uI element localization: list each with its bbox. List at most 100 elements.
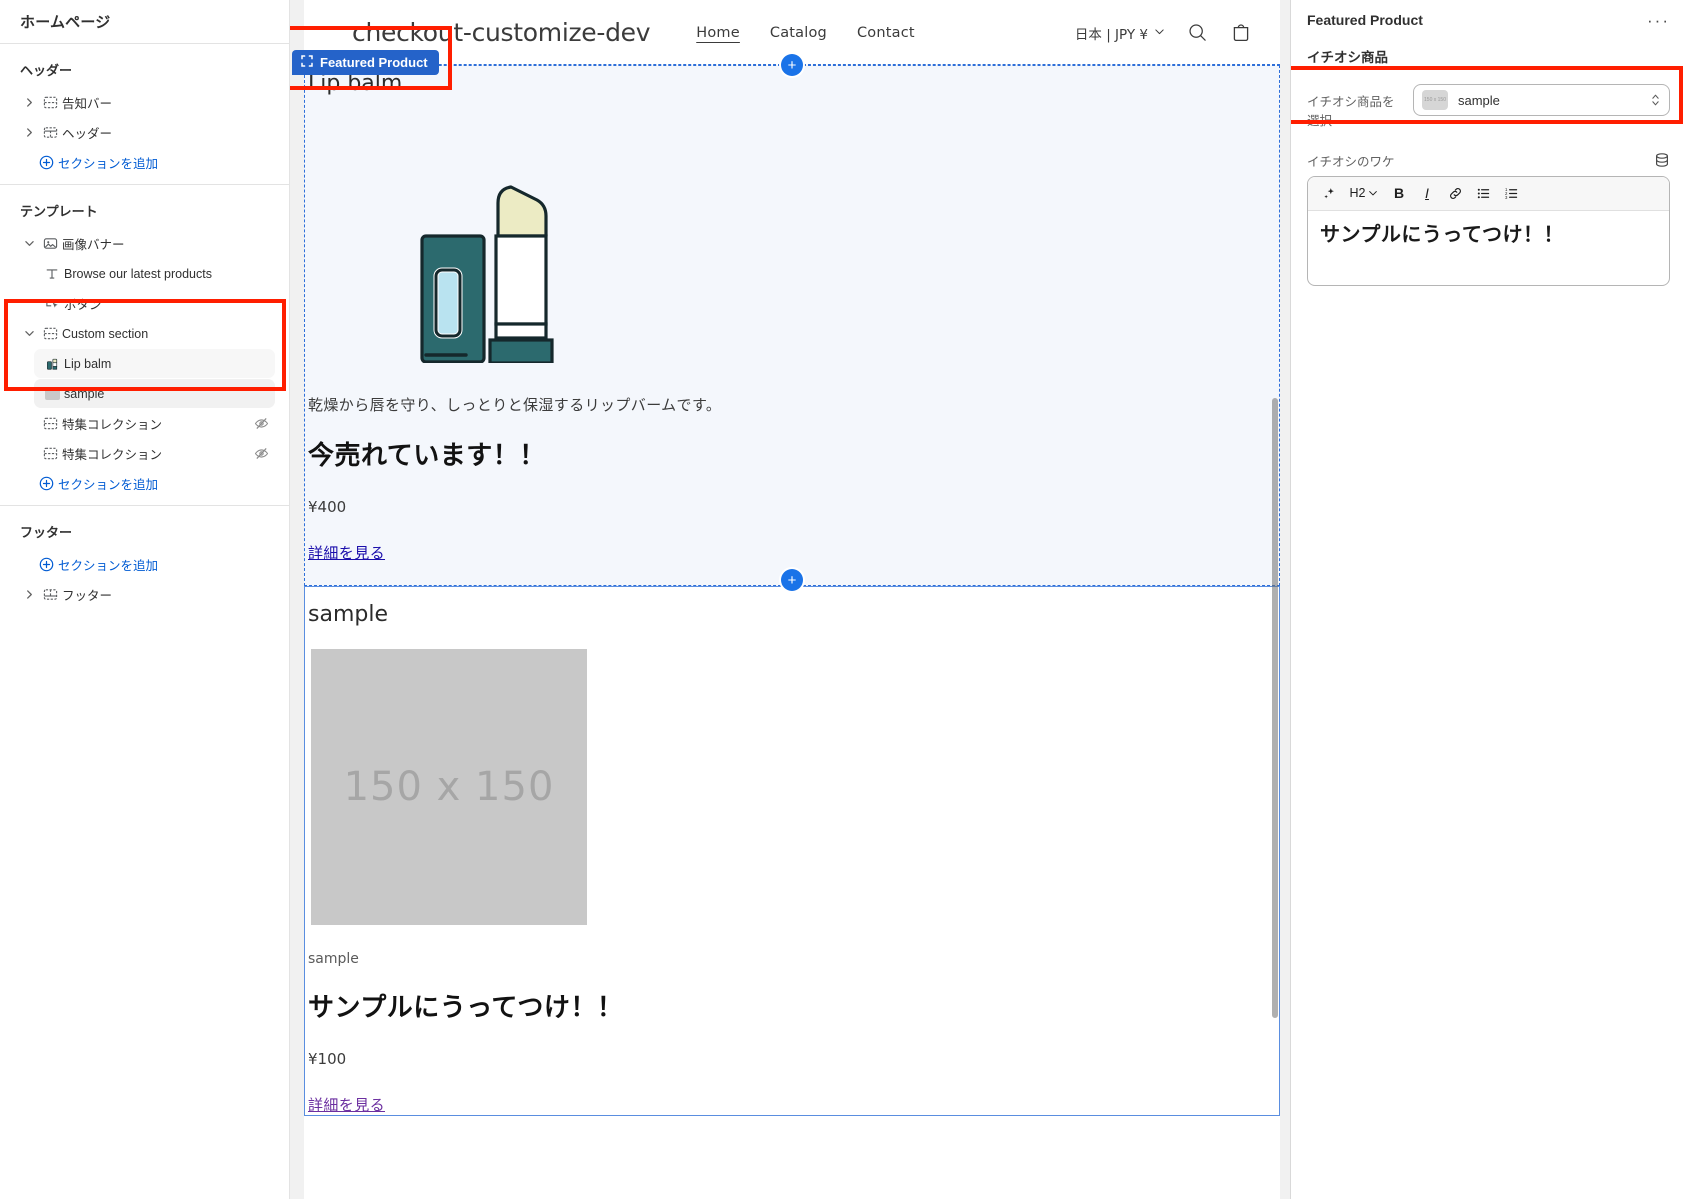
sample-section-title: sample [308,602,388,627]
selected-section-label: Featured Product [320,55,428,70]
featured-product-section[interactable]: Lip balm 乾燥から唇を守り、しっとりと保湿するリップバームです。 今売れ… [304,65,1280,586]
section-icon [38,326,62,341]
select-stepper-icon[interactable] [1650,92,1661,108]
sample-product-caption: sample [308,951,359,968]
rich-text-field-header: イチオシのワケ [1291,141,1686,176]
section-icon [38,95,62,110]
heading-level-select[interactable]: H2 [1345,181,1383,205]
search-icon[interactable] [1187,22,1208,43]
store-name: checkout-customize-dev [352,18,651,47]
featured-product-details-link[interactable]: 詳細を見る [308,542,385,563]
nav-link-home[interactable]: Home [696,25,740,41]
sidebar-group-template: テンプレート 画像バナー Browse our latest products [0,185,289,506]
nav-link-contact[interactable]: Contact [857,25,915,41]
preview-area: checkout-customize-dev Home Catalog Cont… [290,0,1290,1199]
featured-product-price: ¥400 [308,498,347,516]
footer-icon [38,587,62,602]
add-section-button-footer[interactable]: セクションを追加 [14,550,275,579]
more-options-icon[interactable]: ··· [1647,12,1670,29]
sidebar-item-label: 告知バー [62,97,113,111]
sidebar-item-featured-collection-1[interactable]: 特集コレクション [14,409,275,438]
rich-text-label: イチオシのワケ [1307,154,1395,169]
italic-icon[interactable]: I [1415,181,1439,205]
product-select[interactable]: 150 x 150 sample [1413,84,1670,116]
featured-product-description: 乾燥から唇を守り、しっとりと保湿するリップバームです。 [308,396,722,414]
sidebar-item-image-banner[interactable]: 画像バナー [14,229,275,258]
rich-text-toolbar: H2 B I 123 [1308,176,1669,211]
sidebar-item-label: sample [64,386,105,401]
sample-product-price: ¥100 [308,1050,347,1069]
settings-panel-title: Featured Product [1307,12,1423,28]
section-icon [38,416,62,431]
sidebar-item-featured-collection-2[interactable]: 特集コレクション [14,439,275,468]
sidebar-item-label: Browse our latest products [64,266,212,281]
plus-circle-icon [34,155,58,170]
sidebar-item-custom-section[interactable]: Custom section [14,319,275,348]
group-heading-footer: フッター [20,525,73,540]
sidebar-item-header[interactable]: ヘッダー [14,118,275,147]
storefront-header-actions: 日本 | JPY ¥ [1075,22,1252,44]
locale-label: 日本 | JPY ¥ [1074,26,1148,43]
chevron-down-icon [1154,25,1165,41]
theme-editor-app: ホームページ ヘッダー 告知バー ヘッダー セクションを追加 テンプレート 画像… [0,0,1686,1199]
section-settings-panel: Featured Product ··· イチオシ商品 イチオシ商品を選択 15… [1290,0,1686,1199]
hidden-eye-icon[interactable] [254,446,269,461]
sidebar-item-label: フッター [62,589,113,603]
settings-subheading: イチオシ商品 [1307,50,1388,65]
add-section-inline-button-2[interactable]: + [781,569,803,591]
sidebar-item-label: ボタン [64,298,102,312]
button-icon [40,296,64,311]
add-section-button-template[interactable]: セクションを追加 [14,469,275,498]
sidebar-group-footer: フッター セクションを追加 フッター [0,506,289,616]
section-icon [38,446,62,461]
rich-text-editor[interactable]: H2 B I 123 サンプルにうってつけ！！ [1307,175,1670,286]
chevron-right-icon[interactable] [20,128,38,137]
sample-product-heading: サンプルにうってつけ！！ [308,993,624,1024]
sample-product-image: 150 x 150 [311,649,1279,926]
bold-icon[interactable]: B [1387,181,1411,205]
chevron-down-icon[interactable] [20,329,38,338]
chevron-right-icon[interactable] [20,590,38,599]
selected-section-badge: Featured Product [292,50,439,75]
add-section-inline-button-1[interactable]: + [781,54,803,76]
sidebar-item-sample[interactable]: sample [34,379,275,408]
cart-icon[interactable] [1230,22,1252,44]
group-heading-template: テンプレート [20,204,98,219]
heading-level-value: H2 [1349,186,1366,200]
sidebar-item-lip-balm[interactable]: Lip balm [34,349,275,378]
product-select-value: sample [1458,92,1500,108]
sample-product-details-link[interactable]: 詳細を見る [308,1094,385,1115]
database-icon[interactable] [1654,152,1670,168]
rich-text-content[interactable]: サンプルにうってつけ！！ [1308,211,1669,285]
header-icon [38,125,62,140]
locale-currency-selector[interactable]: 日本 | JPY ¥ [1075,23,1165,43]
ai-sparkle-icon[interactable] [1317,181,1341,205]
numbered-list-icon[interactable]: 123 [1499,181,1523,205]
hidden-eye-icon[interactable] [254,416,269,431]
chevron-right-icon[interactable] [20,98,38,107]
image-placeholder: 150 x 150 [311,649,587,926]
featured-product-heading: 今売れています！！ [308,441,546,471]
store-preview-canvas: checkout-customize-dev Home Catalog Cont… [304,0,1280,1199]
sidebar-item-label: 画像バナー [62,238,125,252]
page-title: ホームページ [0,0,289,44]
sidebar-item-label: Custom section [62,326,149,341]
nav-link-catalog[interactable]: Catalog [770,25,827,41]
chevron-down-icon[interactable] [20,239,38,248]
sidebar-item-button[interactable]: ボタン [34,289,275,318]
sample-product-section[interactable]: sample 150 x 150 sample サンプルにうってつけ！！ ¥10… [304,586,1280,1117]
storefront-nav: Home Catalog Contact [696,25,915,41]
add-section-button-header[interactable]: セクションを追加 [14,148,275,177]
section-marker-icon [301,55,313,70]
featured-product-picker-field: イチオシ商品を選択 150 x 150 sample [1291,76,1686,141]
preview-scrollbar[interactable] [1272,398,1278,1018]
plus-circle-icon [34,476,58,491]
add-section-label: セクションを追加 [58,157,159,171]
bulleted-list-icon[interactable] [1471,181,1495,205]
sidebar-item-announcement-bar[interactable]: 告知バー [14,88,275,117]
text-icon [40,267,64,281]
sidebar-item-footer[interactable]: フッター [14,580,275,609]
sidebar-item-browse-our-latest-products[interactable]: Browse our latest products [34,259,275,288]
group-heading-header: ヘッダー [20,63,73,78]
link-icon[interactable] [1443,181,1467,205]
